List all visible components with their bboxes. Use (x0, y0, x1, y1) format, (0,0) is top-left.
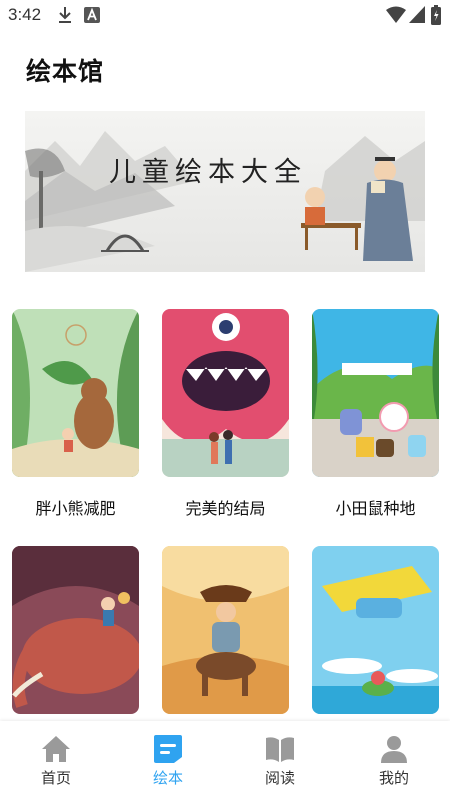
book-cover[interactable] (162, 309, 289, 477)
book-cover[interactable] (12, 309, 139, 477)
book-cover[interactable] (312, 309, 439, 477)
banner-illustration (25, 111, 425, 272)
book-cover[interactable] (312, 546, 439, 714)
battery-icon (431, 5, 441, 25)
tab-mine-label: 我的 (378, 769, 409, 787)
tab-picture-books[interactable]: 绘本 (112, 721, 224, 801)
home-icon (42, 736, 70, 762)
signal-icon (409, 6, 425, 23)
bottom-tab-bar: 首页 绘本 阅读 我的 (0, 721, 450, 801)
book-cover[interactable] (162, 546, 289, 714)
banner-title: 儿童绘本大全 (109, 157, 307, 188)
status-time: 3:42 (8, 5, 42, 24)
cover-illustration (312, 309, 439, 477)
banner[interactable]: 儿童绘本大全 (25, 111, 425, 272)
book-title: 胖小熊减肥 (35, 499, 116, 518)
status-bar: 3:42 (0, 0, 450, 30)
tab-mine[interactable]: 我的 (338, 721, 450, 801)
book-title: 小田鼠种地 (335, 499, 416, 518)
cover-illustration (12, 309, 139, 477)
download-icon (59, 7, 71, 23)
book-cover[interactable] (12, 546, 139, 714)
wifi-icon (386, 6, 406, 23)
tab-home[interactable]: 首页 (0, 721, 112, 801)
open-book-icon (266, 737, 294, 762)
cover-illustration (12, 546, 139, 714)
tab-reading-label: 阅读 (264, 769, 295, 787)
book-title: 完美的结局 (185, 499, 266, 518)
cover-illustration (162, 546, 289, 714)
tab-reading[interactable]: 阅读 (224, 721, 336, 801)
notification-a-icon (84, 7, 100, 23)
person-icon (381, 736, 407, 763)
page-title: 绘本馆 (26, 57, 105, 86)
cover-illustration (162, 309, 289, 477)
cover-illustration (312, 546, 439, 714)
tab-picture-books-label: 绘本 (152, 769, 183, 787)
picture-book-icon (154, 735, 182, 763)
tab-home-label: 首页 (40, 769, 71, 787)
